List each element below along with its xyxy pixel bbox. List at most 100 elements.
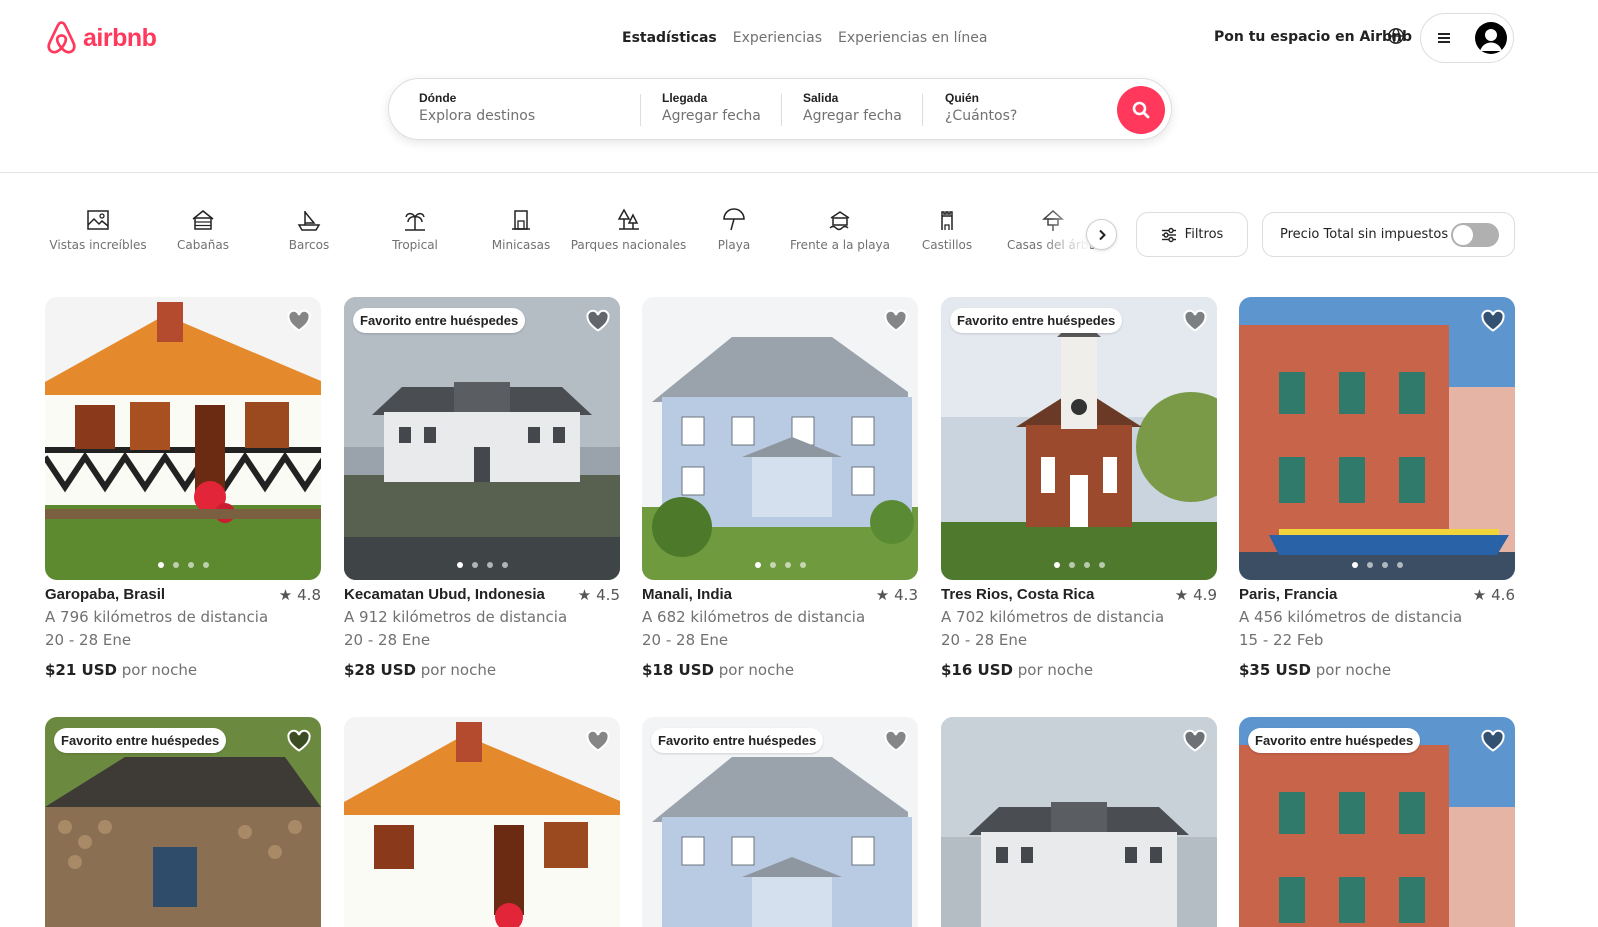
star-icon: ★ (577, 586, 592, 604)
category-label: Cabañas (177, 238, 229, 252)
listing-dates: 20 - 28 Ene (45, 631, 132, 649)
user-menu-button[interactable] (1420, 13, 1514, 63)
listing-photo[interactable] (941, 717, 1217, 927)
category-label: Barcos (288, 238, 330, 252)
listing-card[interactable]: Favorito entre huéspedes Kecamatan Ubud,… (344, 297, 620, 679)
category-amazing-views[interactable]: Vistas increíbles (49, 207, 147, 265)
search-divider (640, 94, 641, 126)
heart-icon[interactable] (286, 729, 312, 753)
tropical-icon (405, 212, 425, 231)
listing-price: $18 USD por noche (642, 661, 918, 679)
listing-card[interactable]: Garopaba, Brasil ★ 4.8 A 796 kilómetros d… (45, 297, 321, 679)
listing-dates: 20 - 28 Ene (642, 631, 729, 649)
star-icon: ★ (278, 586, 293, 604)
price-unit: por noche (420, 661, 497, 679)
where-input[interactable]: Explora destinos (419, 108, 629, 124)
listing-card[interactable]: Favorito entre huéspedes Tres Rios, Cost… (941, 297, 1217, 679)
heart-icon[interactable] (1480, 729, 1506, 753)
search-checkout[interactable]: Salida Agregar fecha (803, 91, 902, 124)
category-cabins[interactable]: Cabañas (158, 207, 248, 265)
category-label: Tropical (392, 238, 438, 252)
listing-photo[interactable] (45, 297, 321, 580)
listing-photo[interactable]: Favorito entre huéspedes (1239, 717, 1515, 927)
category-fade (1040, 205, 1090, 265)
heart-icon[interactable] (883, 729, 909, 753)
search-who[interactable]: Quién ¿Cuántos? (945, 91, 1017, 124)
search-checkin[interactable]: Llegada Agregar fecha (662, 91, 761, 124)
who-label: Quién (945, 91, 980, 105)
category-beach[interactable]: Playa (689, 207, 779, 265)
who-input[interactable]: ¿Cuántos? (945, 108, 1017, 124)
rating-value: 4.8 (297, 586, 321, 604)
listing-card[interactable]: Favorito entre huéspedes (45, 717, 321, 927)
listing-photo[interactable]: Favorito entre huéspedes (941, 297, 1217, 580)
airbnb-logo-icon (47, 21, 76, 54)
checkout-input[interactable]: Agregar fecha (803, 108, 902, 124)
listing-distance: A 682 kilómetros de distancia (642, 608, 866, 626)
category-tiny-homes[interactable]: Minicasas (476, 207, 566, 265)
filters-label: Filtros (1184, 227, 1224, 242)
category-beachfront[interactable]: Frente a la playa (790, 207, 890, 265)
host-link[interactable]: Pon tu espacio en Airbnb (1214, 29, 1412, 45)
heart-icon[interactable] (585, 309, 611, 333)
star-icon: ★ (1174, 586, 1189, 604)
search-icon (1132, 101, 1150, 119)
listing-card[interactable]: Manali, India ★ 4.3 A 682 kilómetros de d… (642, 297, 918, 679)
listing-distance: A 702 kilómetros de distancia (941, 608, 1165, 626)
rating-value: 4.9 (1193, 586, 1217, 604)
listing-card[interactable] (344, 717, 620, 927)
listing-price: $35 USD por noche (1239, 661, 1515, 679)
site-header: airbnb Estadísticas Experiencias Experie… (0, 0, 1598, 173)
category-castles[interactable]: Castillos (902, 207, 992, 265)
listing-rating: ★ 4.8 (279, 586, 321, 604)
checkin-label: Llegada (662, 91, 708, 105)
search-bar[interactable]: Dónde Explora destinos Llegada Agregar f… (388, 78, 1172, 140)
beach-umbrella-icon (723, 208, 745, 231)
category-national-parks[interactable]: Parques nacionales (571, 207, 686, 265)
listing-photo[interactable]: Favorito entre huéspedes (642, 717, 918, 927)
listing-photo[interactable] (642, 297, 918, 580)
listing-photo[interactable]: Favorito entre huéspedes (344, 297, 620, 580)
search-where[interactable]: Dónde Explora destinos (419, 91, 629, 124)
heart-icon[interactable] (286, 309, 312, 333)
heart-icon[interactable] (1182, 729, 1208, 753)
nav-stays[interactable]: Estadísticas (622, 30, 717, 46)
guest-favorite-badge: Favorito entre huéspedes (651, 728, 824, 753)
price-toggle-switch[interactable] (1451, 223, 1499, 247)
checkin-input[interactable]: Agregar fecha (662, 108, 761, 124)
filters-button[interactable]: Filtros (1136, 212, 1248, 257)
category-boats[interactable]: Barcos (264, 207, 354, 265)
listing-card[interactable]: Favorito entre huéspedes (1239, 717, 1515, 927)
category-tropical[interactable]: Tropical (370, 207, 460, 265)
listing-photo[interactable] (1239, 297, 1515, 580)
heart-icon[interactable] (1480, 309, 1506, 333)
category-label: Minicasas (491, 238, 551, 252)
nav-experiences[interactable]: Experiencias (733, 30, 822, 46)
heart-icon[interactable] (883, 309, 909, 333)
where-label: Dónde (419, 91, 457, 105)
price-unit: por noche (1315, 661, 1392, 679)
category-next-button[interactable] (1086, 219, 1117, 250)
listing-photo[interactable] (344, 717, 620, 927)
heart-icon[interactable] (585, 729, 611, 753)
airbnb-logo[interactable]: airbnb (45, 20, 157, 56)
heart-icon[interactable] (1182, 309, 1208, 333)
listing-price: $28 USD por noche (344, 661, 620, 679)
listing-dates: 20 - 28 Ene (344, 631, 431, 649)
nav-online-experiences[interactable]: Experiencias en línea (838, 30, 987, 46)
sliders-icon (1161, 227, 1176, 242)
listing-card[interactable] (941, 717, 1217, 927)
globe-icon[interactable] (1387, 27, 1405, 45)
price-unit: por noche (718, 661, 795, 679)
tiny-home-icon (512, 210, 530, 230)
search-divider (781, 94, 782, 126)
avatar (1475, 22, 1507, 54)
listing-rating: ★ 4.5 (578, 586, 620, 604)
rating-value: 4.5 (596, 586, 620, 604)
listing-card[interactable]: Favorito entre huéspedes (642, 717, 918, 927)
guest-favorite-badge: Favorito entre huéspedes (1248, 728, 1421, 753)
listing-photo[interactable]: Favorito entre huéspedes (45, 717, 321, 927)
listing-card[interactable]: Paris, Francia ★ 4.6 A 456 kilómetros de … (1239, 297, 1515, 679)
listing-distance: A 912 kilómetros de distancia (344, 608, 568, 626)
search-button[interactable] (1117, 86, 1165, 134)
